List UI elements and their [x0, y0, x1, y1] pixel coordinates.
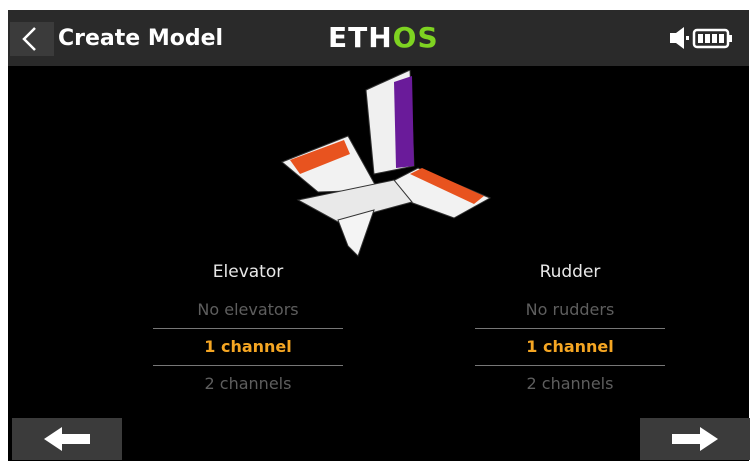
- rudder-option-1-channel[interactable]: 1 channel: [475, 328, 665, 366]
- rudder-option-2-channels[interactable]: 2 channels: [475, 366, 665, 402]
- back-button[interactable]: [10, 22, 54, 56]
- tail-configuration-image: [281, 70, 492, 257]
- top-bar: Create Model ETHOS: [8, 10, 749, 66]
- elevator-option-1-channel[interactable]: 1 channel: [153, 328, 343, 366]
- rudder-label: Rudder: [539, 262, 601, 282]
- radio-display: Create Model ETHOS Elevator No elevators…: [8, 10, 750, 461]
- arrow-right-icon: [672, 427, 718, 451]
- previous-button[interactable]: [12, 418, 122, 460]
- page-title: Create Model: [58, 26, 224, 51]
- rudder-option-none[interactable]: No rudders: [475, 292, 665, 328]
- status-icons: [668, 24, 738, 52]
- ethos-logo: ETHOS: [328, 20, 439, 56]
- chevron-left-icon: [22, 27, 36, 51]
- screen: Create Model ETHOS Elevator No elevators…: [0, 0, 755, 462]
- elevator-option-2-channels[interactable]: 2 channels: [153, 366, 343, 402]
- elevator-option-none[interactable]: No elevators: [153, 292, 343, 328]
- arrow-left-icon: [44, 427, 90, 451]
- elevator-label: Elevator: [212, 262, 284, 282]
- battery-icon: [692, 28, 732, 49]
- elevator-column: Elevator No elevators 1 channel 2 channe…: [153, 258, 343, 402]
- logo-main-text: ETH: [328, 21, 393, 54]
- rudder-column: Rudder No rudders 1 channel 2 channels: [475, 258, 665, 402]
- next-button[interactable]: [640, 418, 750, 460]
- speaker-icon[interactable]: [668, 24, 692, 52]
- logo-accent-text: OS: [392, 21, 439, 54]
